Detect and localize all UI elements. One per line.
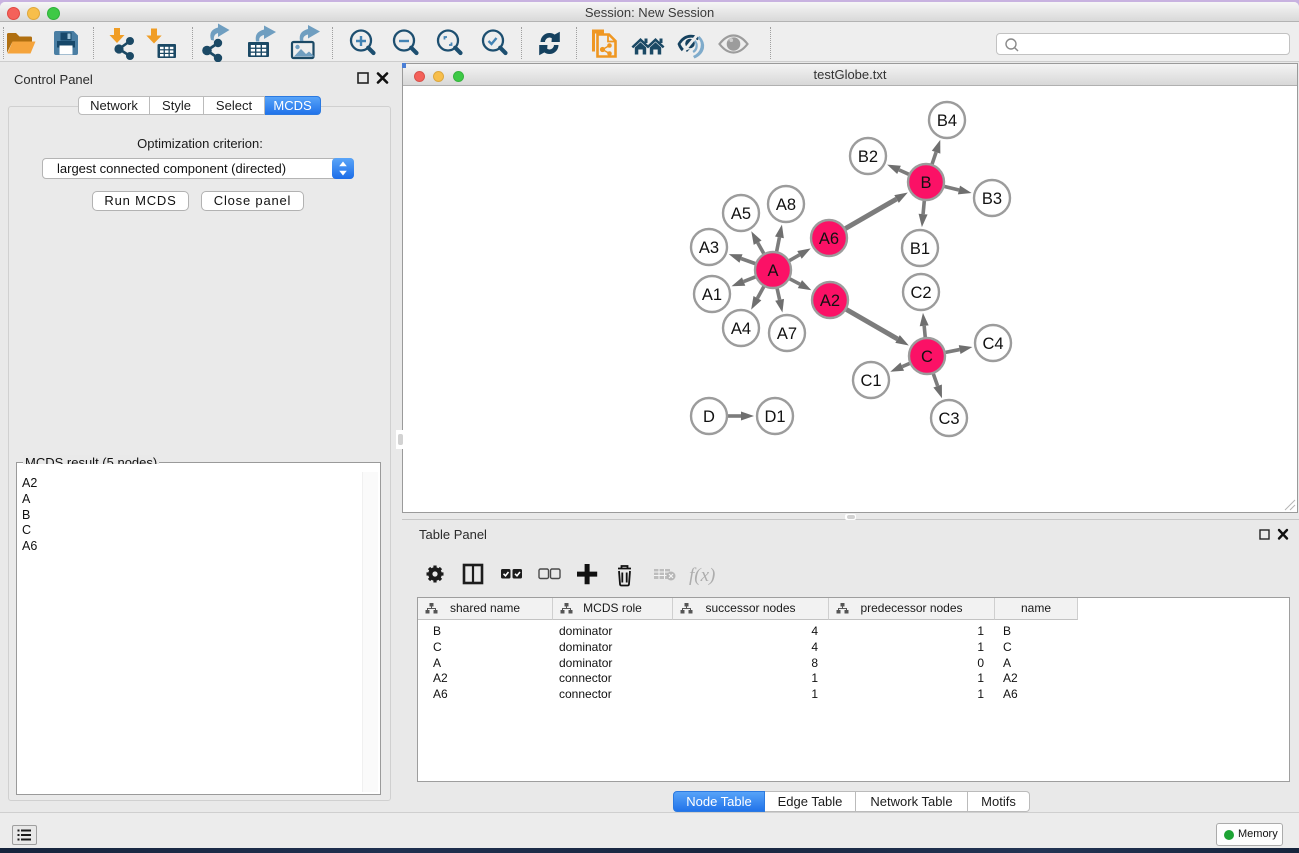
svg-text:B4: B4 [937, 112, 957, 130]
svg-text:B2: B2 [858, 148, 878, 166]
svg-text:C1: C1 [860, 372, 881, 390]
svg-text:f(x): f(x) [689, 565, 715, 586]
svg-text:A3: A3 [699, 239, 719, 257]
svg-text:D1: D1 [764, 408, 785, 426]
svg-text:C: C [921, 348, 933, 366]
svg-text:C3: C3 [938, 410, 959, 428]
svg-text:B3: B3 [982, 190, 1002, 208]
svg-text:C4: C4 [982, 335, 1003, 353]
svg-text:A2: A2 [820, 292, 840, 310]
svg-text:B1: B1 [910, 240, 930, 258]
svg-text:A6: A6 [819, 230, 839, 248]
svg-text:A1: A1 [702, 286, 722, 304]
svg-text:C2: C2 [910, 284, 931, 302]
svg-text:B: B [920, 174, 931, 192]
svg-text:D: D [703, 408, 715, 426]
svg-text:A8: A8 [776, 196, 796, 214]
svg-text:A7: A7 [777, 325, 797, 343]
svg-text:A: A [767, 262, 778, 280]
svg-text:A4: A4 [731, 320, 751, 338]
svg-text:A5: A5 [731, 205, 751, 223]
